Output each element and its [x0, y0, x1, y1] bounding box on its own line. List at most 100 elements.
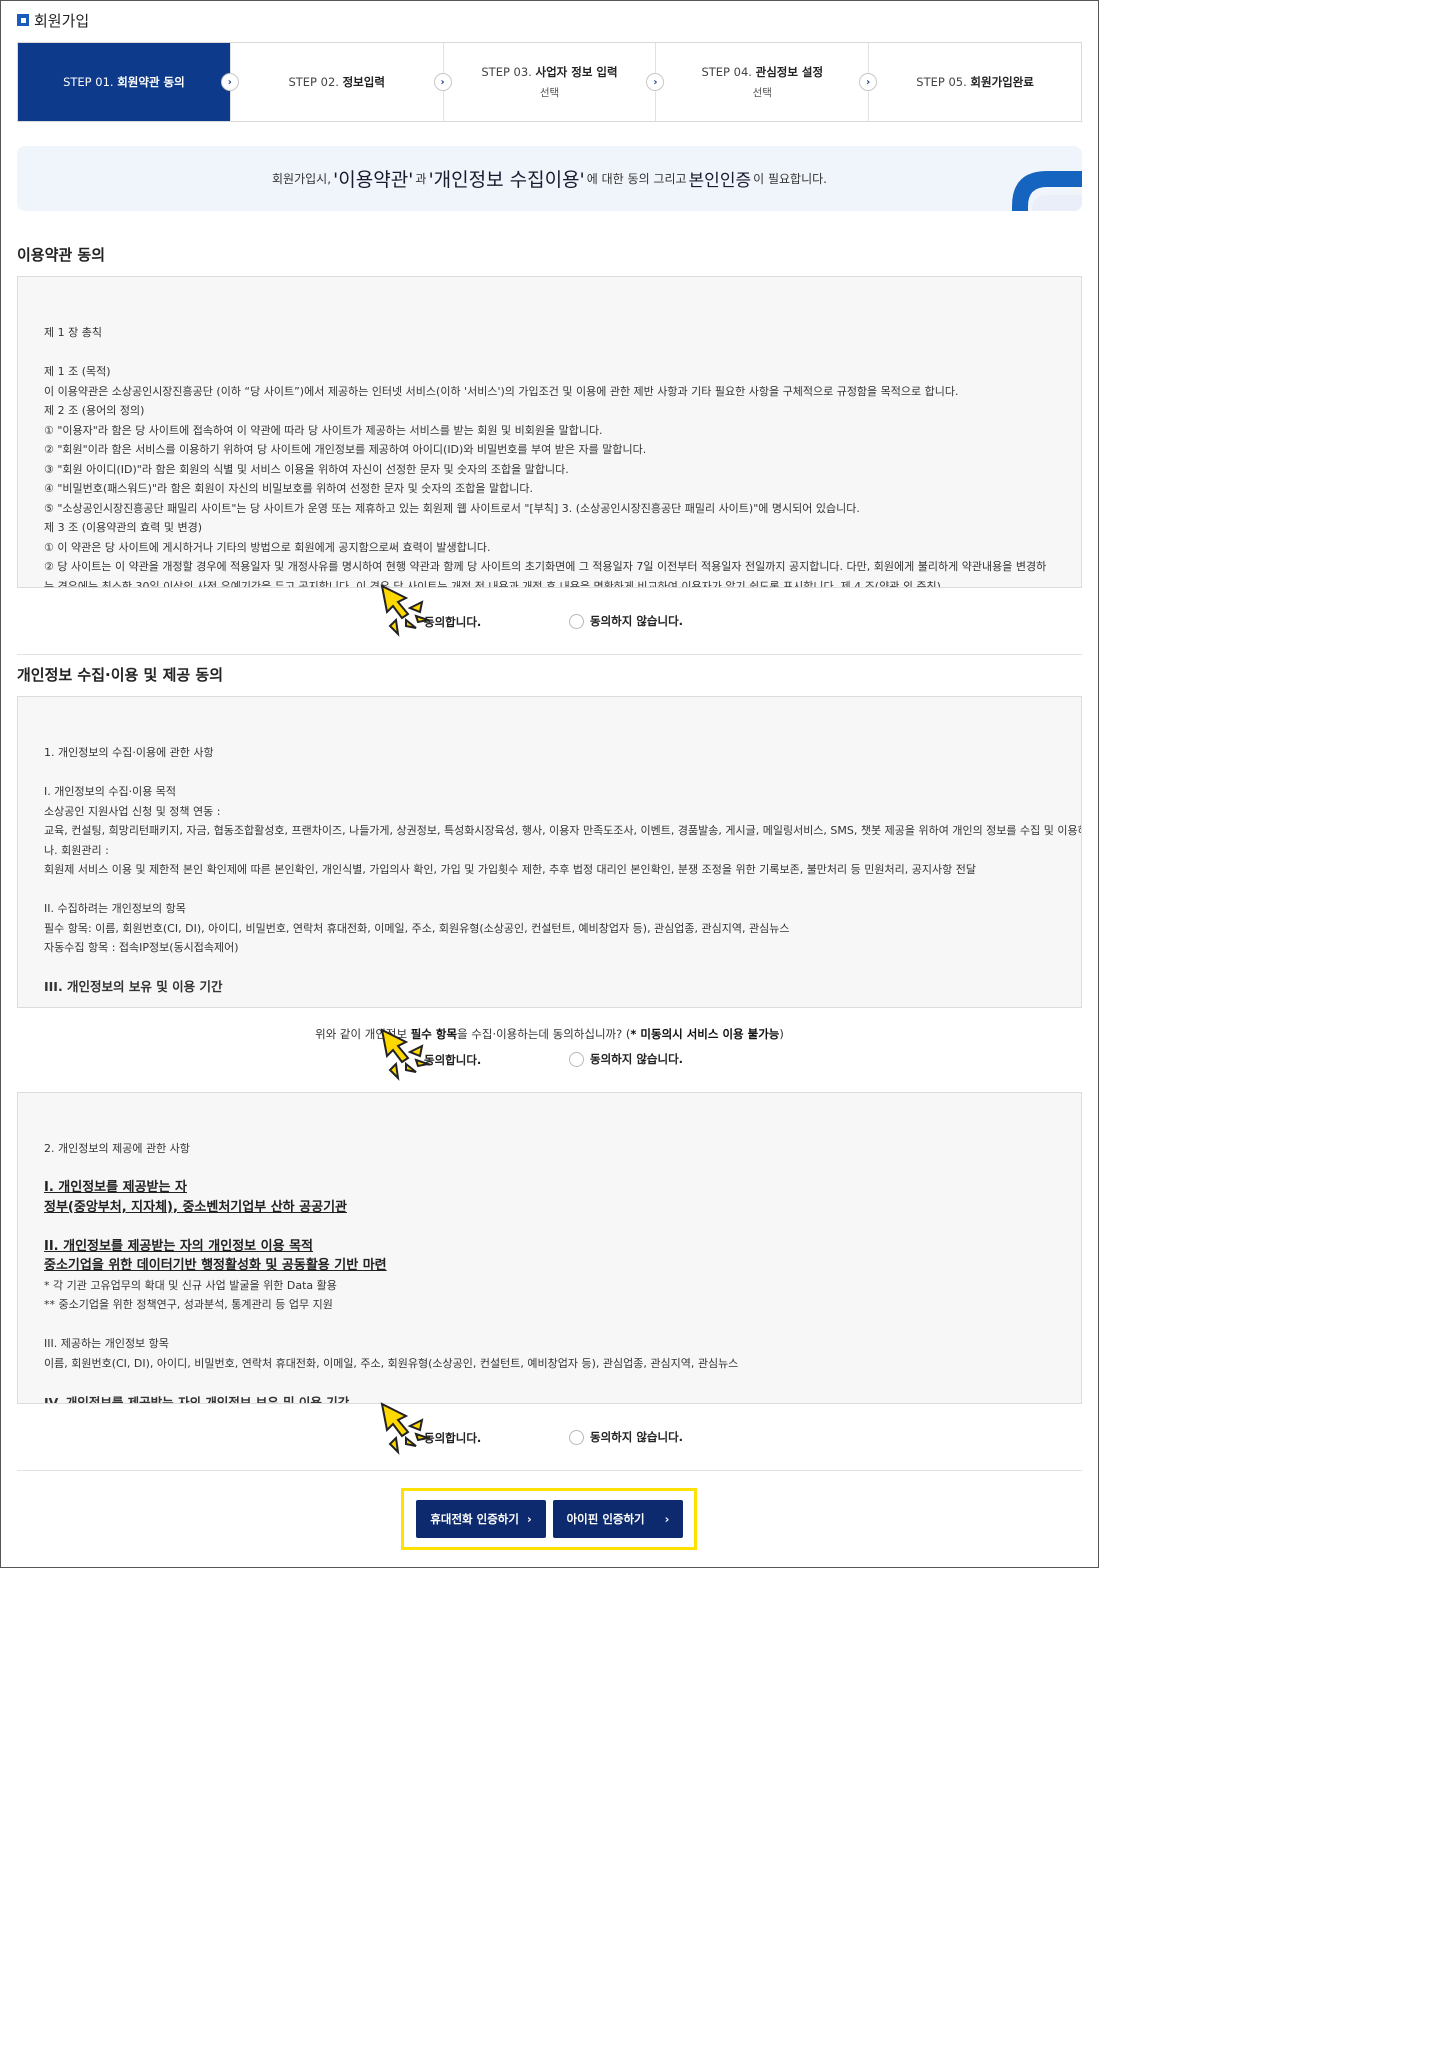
underlined-heading: 정부(중앙부처, 지자체), 중소벤처기업부 산하 공공기관: [44, 1199, 347, 1215]
step-1-num: STEP 01.: [63, 75, 114, 89]
phone-auth-button[interactable]: 휴대전화 인증하기 ›: [416, 1500, 546, 1538]
step-2: STEP 02. 정보입력 ›: [229, 43, 452, 121]
privacy-disagree-radio[interactable]: 동의하지 않습니다.: [569, 1051, 683, 1067]
terms-disagree-label: 동의하지 않습니다.: [590, 614, 684, 628]
content-line: 필수 항목: 이름, 회원번호(CI, DI), 아이디, 비밀번호, 연락처 …: [44, 921, 790, 935]
terms-heading: 이용약관 동의: [17, 246, 106, 264]
step-5-title: 회원가입완료: [970, 75, 1034, 89]
click-cursor-icon: [380, 1402, 432, 1455]
content-line: [44, 1159, 1055, 1179]
step-4: STEP 04. 관심정보 설정 선택 ›: [655, 43, 878, 121]
privacy-agree-row: 동의합니다. 동의하지 않습니다.: [0, 1028, 1099, 1081]
content-line: 1. 개인정보의 수집·이용에 관한 사항: [44, 746, 214, 759]
content-line: II. 개인정보를 제공받는 자의 개인정보 이용 목적: [44, 1237, 1055, 1257]
content-line: 제 1 조 (목적): [44, 365, 111, 378]
phone-auth-label: 휴대전화 인증하기: [430, 1512, 519, 1526]
page-title: 회원가입: [17, 9, 89, 31]
content-line: 회원제 서비스 이용 및 제한적 본인 확인제에 따른 본인확인, 개인식별, …: [44, 863, 976, 876]
step-2-title: 정보입력: [342, 75, 385, 89]
step-3-sub: 선택: [539, 87, 560, 99]
radio-circle-icon[interactable]: [569, 1429, 584, 1445]
step-2-num: STEP 02.: [288, 75, 339, 89]
notice-suffix: 이 필요합니다.: [753, 172, 827, 186]
provision-disagree-label: 동의하지 않습니다.: [590, 1430, 684, 1444]
ipin-auth-button[interactable]: 아이핀 인증하기 ›: [553, 1500, 683, 1538]
content-line: [44, 1315, 1055, 1335]
content-line: 정부(중앙부처, 지자체), 중소벤처기업부 산하 공공기관: [44, 1198, 1055, 1218]
privacy-disagree-label: 동의하지 않습니다.: [590, 1052, 684, 1066]
content-line: II. 수집하려는 개인정보의 항목: [44, 902, 186, 915]
notice-mid: 에 대한 동의 그리고: [586, 172, 687, 186]
content-line: 이름, 회원번호(CI, DI), 아이디, 비밀번호, 연락처 휴대전화, 이…: [44, 1356, 739, 1370]
step-4-sub: 선택: [752, 87, 772, 99]
step-1-title: 회원약관 동의: [117, 75, 185, 89]
content-line: [44, 958, 1055, 978]
content-line: 자동수집 항목 : 접속IP정보(동시접속제어): [44, 941, 239, 954]
terms-agree-row: 동의합니다. 동의하지 않습니다.: [0, 584, 1099, 637]
content-line: 2. 개인정보의 제공에 관한 사항: [44, 1142, 190, 1155]
notice-conj1: 과: [415, 172, 427, 186]
content-line: ** 중소기업을 위한 정책연구, 성과분석, 통계관리 등 업무 지원: [44, 1298, 333, 1311]
decorative-arc-icon: [1012, 171, 1082, 211]
step-3-title: 사업자 정보 입력: [535, 65, 618, 79]
notice-term3: 본인인증: [688, 171, 752, 191]
content-line: * 각 기관 고유업무의 확대 및 신규 사업 발굴을 위한 Data 활용: [44, 1278, 337, 1292]
radio-circle-icon[interactable]: [569, 1051, 584, 1067]
provision-agree-label: 동의합니다.: [424, 1431, 482, 1445]
provision-content-box[interactable]: 2. 개인정보의 제공에 관한 사항 I. 개인정보를 제공받는 자정부(중앙부…: [17, 1092, 1082, 1404]
title-square-icon: [17, 14, 29, 26]
step-4-title: 관심정보 설정: [755, 65, 824, 79]
content-line: [44, 763, 1055, 783]
provision-disagree-radio[interactable]: 동의하지 않습니다.: [569, 1429, 683, 1445]
step-3-num: STEP 03.: [481, 65, 532, 79]
content-line: I. 개인정보를 제공받는 자: [44, 1178, 1055, 1198]
step-4-num: STEP 04.: [701, 65, 752, 79]
chevron-right-icon: ›: [664, 1512, 670, 1526]
notice-term2: '개인정보 수집이용': [428, 169, 585, 191]
content-line: [44, 880, 1055, 900]
question-bold2: * 미동의시 서비스 이용 불가능: [630, 1027, 780, 1041]
chevron-right-icon: ›: [220, 73, 239, 91]
underlined-heading: I. 개인정보를 제공받는 자: [44, 1180, 187, 1195]
terms-content-box[interactable]: 제 1 장 총칙 제 1 조 (목적) 이 이용약관은 소상공인시장진흥공단 (이…: [17, 276, 1082, 588]
content-line: 나. 회원관리 :: [44, 843, 109, 857]
privacy-agree-radio[interactable]: 동의합니다.: [424, 1052, 481, 1068]
content-line: 중소기업을 위한 데이터기반 행정활성화 및 공동활용 기반 마련: [44, 1256, 1055, 1276]
privacy-content-box[interactable]: 1. 개인정보의 수집·이용에 관한 사항 I. 개인정보의 수집·이용 목적 소…: [17, 696, 1082, 1008]
content-line: I. 개인정보의 수집·이용 목적: [44, 785, 177, 798]
provision-agree-row: 동의합니다. 동의하지 않습니다.: [0, 1402, 1099, 1455]
ipin-auth-label: 아이핀 인증하기: [566, 1512, 645, 1526]
content-line: III. 제공하는 개인정보 항목: [44, 1337, 169, 1350]
content-line: ③ "회원 아이디(ID)"라 함은 회원의 식별 및 서비스 이용을 위하여 …: [44, 462, 569, 476]
content-line: ② "회원"이라 함은 서비스를 이용하기 위하여 당 사이트에 개인정보를 제…: [44, 443, 647, 456]
content-line: ⑤ "소상공인시장진흥공단 패밀리 사이트"는 당 사이트가 운영 또는 제휴하…: [44, 501, 860, 515]
content-line: 제 3 조 (이용약관의 효력 및 변경): [44, 521, 203, 534]
content-line: 교육, 컨설팅, 희망리턴패키지, 자금, 협동조합활성호, 프랜차이즈, 나들…: [44, 824, 1082, 837]
privacy-agree-label: 동의합니다.: [424, 1053, 482, 1067]
section-divider: [17, 1470, 1082, 1471]
section-divider: [17, 654, 1082, 655]
privacy-question: 위와 같이 개인정보 필수 항목을 수집·이용하는데 동의하십니까? (* 미동…: [0, 1026, 1099, 1042]
notice-prefix: 회원가입시,: [272, 172, 332, 186]
content-line: ② 당 사이트는 이 약관을 개정할 경우에 적용일자 및 개정사유를 명시하여…: [44, 560, 1047, 588]
radio-circle-icon[interactable]: [569, 613, 584, 629]
content-line: ① "이용자"라 함은 당 사이트에 접속하여 이 약관에 따라 당 사이트가 …: [44, 423, 603, 437]
step-5-num: STEP 05.: [916, 75, 967, 89]
terms-disagree-radio[interactable]: 동의하지 않습니다.: [569, 613, 683, 629]
content-line: ④ "비밀번호(패스워드)"라 함은 회원이 자신의 비밀보호를 위하여 선정한…: [44, 482, 533, 495]
step-3: STEP 03. 사업자 정보 입력 선택 ›: [442, 43, 665, 121]
underlined-heading: 중소기업을 위한 데이터기반 행정활성화 및 공동활용 기반 마련: [44, 1258, 387, 1273]
signup-steps: STEP 01. 회원약관 동의 › STEP 02. 정보입력 › STEP …: [17, 42, 1082, 122]
content-line: 이 이용약관은 소상공인시장진흥공단 (이하 “당 사이트”)에서 제공하는 인…: [44, 384, 959, 398]
provision-agree-radio[interactable]: 동의합니다.: [424, 1430, 481, 1446]
underlined-heading: II. 개인정보를 제공받는 자의 개인정보 이용 목적: [44, 1238, 314, 1254]
page-title-text: 회원가입: [34, 11, 90, 30]
content-line: IV. 개인정보를 제공받는 자의 개인정보 보유 및 이용 기간: [44, 1394, 350, 1404]
content-line: 제 1 장 총칙: [44, 326, 102, 339]
question-mid: 을 수집·이용하는데 동의하십니까? (: [457, 1027, 631, 1041]
content-line: ① 이 약관은 당 사이트에 게시하거나 기타의 방법으로 회원에게 공지함으로…: [44, 540, 491, 554]
terms-agree-radio[interactable]: 동의합니다.: [424, 614, 481, 630]
privacy-heading: 개인정보 수집·이용 및 제공 동의: [17, 666, 223, 684]
notice-banner: 회원가입시, '이용약관' 과 '개인정보 수집이용' 에 대한 동의 그리고 …: [17, 146, 1082, 211]
question-end: ): [779, 1027, 784, 1041]
